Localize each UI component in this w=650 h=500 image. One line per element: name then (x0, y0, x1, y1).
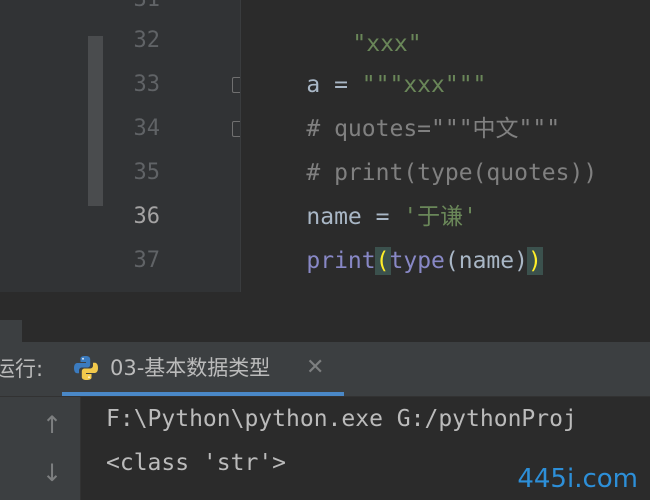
line-number: 37 (133, 248, 161, 273)
matched-paren-open: ( (374, 247, 391, 275)
builtin-type: type (389, 248, 445, 274)
console-line: F:\Python\python.exe G:/pythonProj (106, 406, 577, 432)
code-line-35: name = '于谦' (251, 151, 477, 230)
builtin-print: print (306, 248, 376, 274)
code-line-36: print(type(name)) (251, 195, 543, 275)
run-label: 运行: (0, 357, 44, 381)
watermark-text: 445i.com (517, 464, 638, 494)
editor-footer (108, 292, 650, 342)
editor-gutter: 31 32 33 34 35 36 37 (108, 0, 244, 292)
scrollbar-thumb[interactable] (88, 36, 103, 206)
line-number: 34 (133, 116, 161, 141)
line-number-current: 36 (133, 204, 161, 229)
close-icon[interactable]: ✕ (306, 342, 324, 394)
line-number: 32 (133, 28, 161, 53)
code-line-32: a = """xxx""" (251, 19, 486, 98)
left-scrollbar-track (0, 0, 108, 292)
run-toolbar: ↑ ↓ (24, 397, 81, 500)
run-toolwindow-header: 运行: 03-基本数据类型 ✕ (0, 342, 650, 397)
left-bottom-strip (0, 292, 108, 342)
code-text: (name) (444, 248, 528, 274)
python-icon (74, 356, 98, 380)
run-side-strip (0, 397, 24, 500)
tab-label: 03-基本数据类型 (110, 356, 271, 380)
panel-stub (0, 320, 22, 342)
scroll-down-icon[interactable]: ↓ (36, 457, 68, 489)
scroll-up-icon[interactable]: ↑ (36, 409, 68, 441)
tab-run-config[interactable]: 03-基本数据类型 ✕ (62, 342, 344, 396)
code-editor[interactable]: "xxx" a = """xxx""" # quotes="""中文""" # … (241, 0, 650, 292)
code-line-33: # quotes="""中文""" (251, 63, 560, 142)
line-number: 33 (133, 72, 161, 97)
line-number: 35 (133, 160, 161, 185)
console-line: <class 'str'> (106, 450, 287, 476)
matched-paren-close: ) (526, 247, 543, 275)
code-line-34: # print(type(quotes)) (251, 107, 597, 186)
